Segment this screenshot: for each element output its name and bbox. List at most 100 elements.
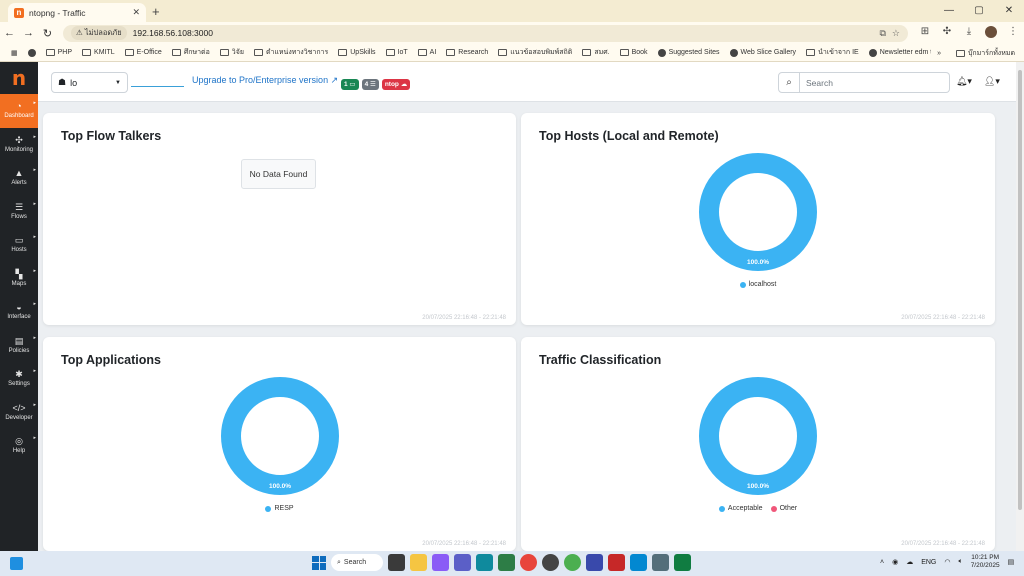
browser-tab[interactable]: n ntopng - Traffic ✕ xyxy=(8,3,146,22)
excel-icon[interactable] xyxy=(674,554,691,571)
donut-slice-localhost[interactable] xyxy=(699,153,817,271)
scrollbar-thumb[interactable] xyxy=(1018,70,1022,510)
bookmark-folder[interactable]: KMITL xyxy=(77,49,120,56)
chrome-profile-icon[interactable] xyxy=(564,554,581,571)
task-view-icon[interactable] xyxy=(388,554,405,571)
sidebar-item-policies[interactable]: ▤ Policies ▸ xyxy=(0,329,38,363)
all-bookmarks-folder[interactable]: บุ๊กมาร์กทั้งหมด xyxy=(951,48,1020,59)
taskbar-clock[interactable]: 10:21 PM 7/20/2025 xyxy=(971,554,1000,570)
bookmark-folder[interactable]: Research xyxy=(441,49,493,56)
external-link-icon: ↗ xyxy=(330,75,339,85)
close-window-button[interactable]: ✕ xyxy=(994,0,1024,22)
bookmark-folder[interactable]: ศึกษาต่อ xyxy=(167,47,215,58)
extensions-puzzle-icon[interactable]: ✣ xyxy=(938,26,956,41)
security-label: ไม่ปลอดภัย xyxy=(84,28,122,37)
maximize-button[interactable]: ▢ xyxy=(964,0,994,22)
sidebar-item-settings[interactable]: ✱ Settings ▸ xyxy=(0,362,38,396)
sidebar: n ◔ Dashboard ▸ ✣ Monitoring ▸ ▲ Alerts ▸ ☰ Flows ▸… xyxy=(0,62,38,551)
bookmarks-more-button[interactable]: » xyxy=(937,50,941,57)
visual-studio-icon[interactable] xyxy=(586,554,603,571)
reload-icon[interactable]: ↻ xyxy=(38,27,57,40)
bookmark-folder[interactable]: PHP xyxy=(41,49,77,56)
forward-arrow-icon[interactable]: → xyxy=(19,27,38,39)
search-icon[interactable]: ⌕ xyxy=(778,72,800,93)
bookmark-link[interactable]: Web Slice Gallery xyxy=(725,48,802,57)
profile-avatar[interactable] xyxy=(982,25,1000,41)
active-hosts-badge[interactable]: 1 ▭ xyxy=(341,79,359,90)
chevron-up-icon[interactable]: ˄ xyxy=(880,559,884,566)
chrome-icon[interactable] xyxy=(520,554,537,571)
notification-icon[interactable]: ▤ xyxy=(1008,558,1015,566)
bookmark-folder[interactable]: Book xyxy=(615,49,653,56)
network-status-icon[interactable]: ◉ xyxy=(892,558,898,566)
bookmark-folder[interactable]: วิจัย xyxy=(215,47,249,58)
taskbar-search[interactable]: ⌕ Search xyxy=(331,554,383,571)
ntopng-logo[interactable]: n xyxy=(0,62,38,94)
windows-start-icon[interactable] xyxy=(312,555,326,570)
donut-slice-resp[interactable] xyxy=(220,377,339,495)
sidebar-item-flows[interactable]: ☰ Flows ▸ xyxy=(0,195,38,229)
bookmark-folder[interactable]: สมศ. xyxy=(577,47,614,58)
teams-icon[interactable] xyxy=(454,554,471,571)
network-app-icon[interactable] xyxy=(652,554,669,571)
tab-close-icon[interactable]: ✕ xyxy=(132,7,140,18)
url-text[interactable]: 192.168.56.108:3000 xyxy=(133,28,874,38)
translate-icon[interactable]: ⧉ xyxy=(879,28,885,39)
security-warning-badge[interactable]: ⚠ ไม่ปลอดภัย xyxy=(71,26,127,40)
widgets-icon[interactable] xyxy=(10,557,23,570)
sidebar-item-dashboard[interactable]: ◔ Dashboard ▸ xyxy=(0,94,38,128)
bookmark-folder[interactable]: AI xyxy=(413,49,442,56)
copilot-icon[interactable] xyxy=(432,554,449,571)
wifi-icon[interactable]: ◠ xyxy=(944,558,950,566)
legend-item-acceptable[interactable]: Acceptable xyxy=(718,505,763,512)
app-icon[interactable] xyxy=(608,554,625,571)
bookmark-link[interactable]: Suggested Sites xyxy=(653,48,725,57)
edge-icon[interactable] xyxy=(476,554,493,571)
calculator-icon[interactable] xyxy=(630,554,647,571)
speaker-icon[interactable]: 🔈︎ xyxy=(958,558,962,566)
cloud-icon[interactable]: ☁ xyxy=(906,558,913,566)
sidebar-item-maps[interactable]: ▚ Maps ▸ xyxy=(0,262,38,296)
sidebar-item-developer[interactable]: </> Developer ▸ xyxy=(0,396,38,430)
bookmark-star-icon[interactable]: ☆ xyxy=(892,28,900,39)
bookmark-folder[interactable]: UpSkills xyxy=(333,49,380,56)
address-bar[interactable]: ⚠ ไม่ปลอดภัย 192.168.56.108:3000 ⧉ ☆ xyxy=(63,24,908,42)
sidebar-item-interface[interactable]: ◒ Interface ▸ xyxy=(0,295,38,329)
sidebar-item-alerts[interactable]: ▲ Alerts ▸ xyxy=(0,161,38,195)
search-input[interactable] xyxy=(800,72,950,93)
bookmark-folder[interactable]: แนวข้อสอบพิมพ์สถิติ xyxy=(493,47,577,58)
upgrade-link[interactable]: Upgrade to Pro/Enterprise version ↗ xyxy=(192,75,338,86)
bookmarks-overflow: » บุ๊กมาร์กทั้งหมด xyxy=(931,44,1020,61)
bookmark-globe-icon[interactable] xyxy=(23,48,41,57)
downloads-icon[interactable]: ⤓ xyxy=(960,26,978,41)
top-applications-donut-chart: 100.0% xyxy=(220,377,339,495)
donut-slice-acceptable[interactable] xyxy=(699,377,817,495)
file-explorer-icon[interactable] xyxy=(410,554,427,571)
legend-item-other[interactable]: Other xyxy=(770,505,797,512)
windows-taskbar: ⌕ Search ˄ ◉ ☁ ENG ◠ 🔈︎ 10:21 PM 7/20/202… xyxy=(0,551,1024,576)
new-tab-button[interactable]: + xyxy=(152,4,160,19)
translate-extension-icon[interactable]: ⊞ xyxy=(916,26,934,41)
bookmark-folder[interactable]: ตำแหน่งทางวิชาการ xyxy=(249,47,333,58)
sidebar-item-help[interactable]: ◎ Help ▸ xyxy=(0,429,38,463)
sidebar-item-hosts[interactable]: ▭ Hosts ▸ xyxy=(0,228,38,262)
bell-icon[interactable]: 🔔︎▾ xyxy=(956,76,972,87)
legend-item-localhost[interactable]: localhost xyxy=(739,281,776,288)
bookmark-folder[interactable]: IoT xyxy=(381,49,413,56)
interface-selector[interactable]: ☗ lo ▼ xyxy=(51,72,128,93)
dell-icon[interactable] xyxy=(542,554,559,571)
page-scrollbar[interactable] xyxy=(1016,62,1024,551)
browser-menu-icon[interactable]: ⋮ xyxy=(1004,26,1022,41)
sidebar-item-monitoring[interactable]: ✣ Monitoring ▸ xyxy=(0,128,38,162)
legend-item-resp[interactable]: RESP xyxy=(265,505,294,512)
app-icon[interactable] xyxy=(498,554,515,571)
ntop-cloud-badge[interactable]: ntop ☁ xyxy=(381,79,411,90)
back-arrow-icon[interactable]: ← xyxy=(0,27,19,39)
language-indicator[interactable]: ENG xyxy=(921,559,936,566)
minimize-button[interactable]: — xyxy=(934,0,964,22)
apps-grid-icon[interactable]: ▦ xyxy=(6,49,23,57)
bookmark-folder[interactable]: นำเข้าจาก IE xyxy=(801,47,864,58)
active-flows-badge[interactable]: 4 ☰ xyxy=(361,79,379,90)
user-icon[interactable]: 👤︎▾ xyxy=(984,76,1000,87)
bookmark-folder[interactable]: E-Office xyxy=(120,49,167,56)
